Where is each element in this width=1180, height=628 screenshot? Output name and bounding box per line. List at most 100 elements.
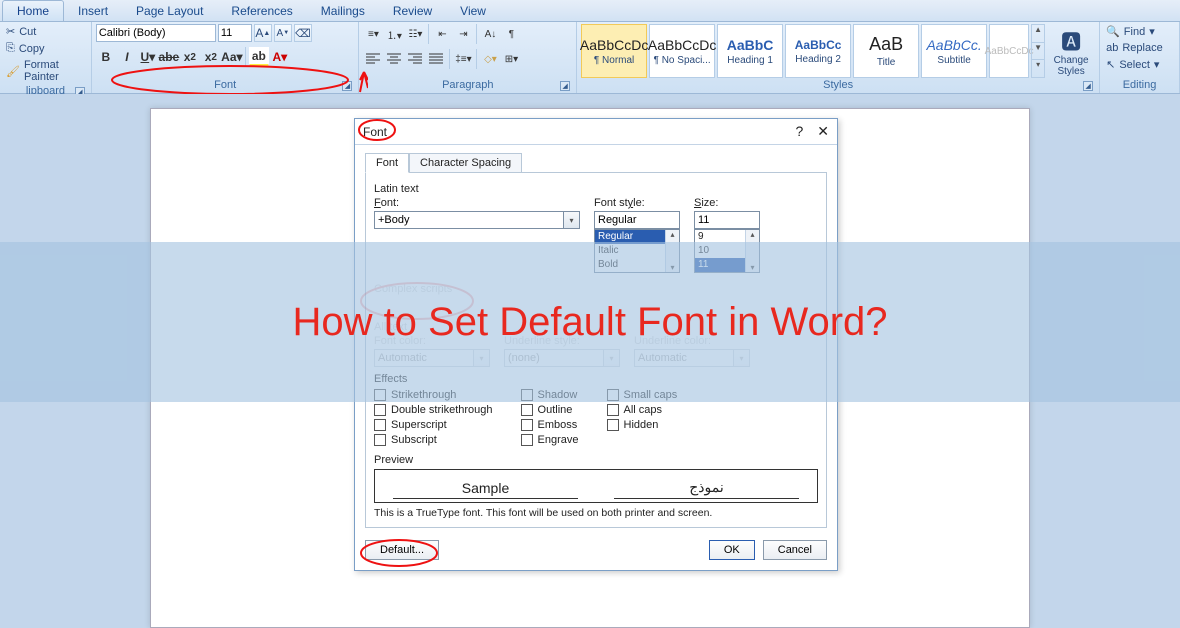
scissors-icon: ✂ (6, 25, 15, 38)
tab-home[interactable]: Home (2, 0, 64, 21)
style-heading1[interactable]: AaBbC Heading 1 (717, 24, 783, 78)
font-label: Font: (374, 197, 584, 209)
paragraph-launcher[interactable]: ◢ (560, 81, 570, 91)
font-size-select[interactable] (218, 24, 252, 42)
italic-button[interactable]: I (117, 47, 137, 67)
checkbox-all-caps[interactable]: All caps (607, 404, 678, 416)
find-button[interactable]: 🔍 Find ▾ (1104, 24, 1175, 39)
styles-scroll-down[interactable]: ▼ (1032, 42, 1044, 60)
styles-expand[interactable]: ▾ (1032, 59, 1044, 77)
sort-button[interactable]: A↓ (480, 24, 500, 44)
dialog-tab-font[interactable]: Font (365, 153, 409, 173)
numbering-button[interactable]: ⒈▾ (384, 24, 404, 44)
style-subtitle[interactable]: AaBbCc. Subtitle (921, 24, 987, 78)
multilevel-button[interactable]: ☷▾ (405, 24, 425, 44)
format-painter-label: Format Painter (24, 59, 85, 83)
checkbox-hidden[interactable]: Hidden (607, 419, 678, 431)
grow-font-button[interactable]: A▲ (254, 24, 272, 42)
scroll-up-icon[interactable]: ▴ (670, 230, 674, 239)
styles-gallery[interactable]: AaBbCcDc ¶ Normal AaBbCcDc ¶ No Spaci...… (581, 24, 1045, 78)
copy-button[interactable]: ⎘ Copy (4, 41, 87, 56)
subscript-button[interactable]: x2 (180, 47, 200, 67)
tab-insert[interactable]: Insert (64, 1, 122, 21)
shrink-font-button[interactable]: A▼ (274, 24, 292, 42)
decrease-indent-button[interactable]: ⇤ (432, 24, 452, 44)
dialog-titlebar: Font ? ✕ (355, 119, 837, 145)
font-input[interactable] (374, 211, 564, 229)
group-font: A▲ A▼ ⌫ B I U▾ abe x2 x2 Aa▾ ab A▾ Font … (92, 22, 360, 93)
checkbox-emboss[interactable]: Emboss (521, 419, 579, 431)
find-icon: 🔍 (1106, 25, 1120, 38)
style-normal[interactable]: AaBbCcDc ¶ Normal (581, 24, 647, 78)
font-dropdown-button[interactable]: ▾ (564, 211, 580, 229)
justify-button[interactable] (426, 49, 446, 69)
dialog-title: Font (363, 125, 387, 139)
cut-button[interactable]: ✂ Cut (4, 24, 87, 39)
style-title[interactable]: AaB Title (853, 24, 919, 78)
copy-icon: ⎘ (6, 42, 15, 55)
brush-icon: 🖌 (6, 65, 20, 78)
paragraph-title: Paragraph ◢ (363, 78, 572, 93)
tab-references[interactable]: References (217, 1, 306, 21)
preview-note: This is a TrueType font. This font will … (374, 507, 818, 519)
bold-button[interactable]: B (96, 47, 116, 67)
overlay-text: How to Set Default Font in Word? (292, 300, 887, 345)
group-styles: AaBbCcDc ¶ Normal AaBbCcDc ¶ No Spaci...… (577, 22, 1100, 93)
overlay-banner: How to Set Default Font in Word? (0, 242, 1180, 402)
change-styles-button[interactable]: 🅰 Change Styles (1047, 26, 1095, 77)
align-center-button[interactable] (384, 49, 404, 69)
checkbox-engrave[interactable]: Engrave (521, 434, 579, 446)
preview-box: Sample نموذج (374, 469, 818, 503)
strikethrough-button[interactable]: abe (159, 47, 179, 67)
line-spacing-button[interactable]: ‡≡▾ (453, 49, 473, 69)
font-style-input[interactable] (594, 211, 680, 229)
styles-scroll-up[interactable]: ▲ (1032, 25, 1044, 42)
change-case-button[interactable]: Aa▾ (222, 47, 242, 67)
style-no-spacing[interactable]: AaBbCcDc ¶ No Spaci... (649, 24, 715, 78)
tab-view[interactable]: View (446, 1, 500, 21)
tab-mailings[interactable]: Mailings (307, 1, 379, 21)
checkbox-double-strikethrough[interactable]: Double strikethrough (374, 404, 493, 416)
shading-button[interactable]: ◇▾ (480, 49, 500, 69)
checkbox-superscript[interactable]: Superscript (374, 419, 493, 431)
font-name-select[interactable] (96, 24, 216, 42)
highlight-button[interactable]: ab (249, 47, 269, 67)
find-label: Find (1124, 26, 1145, 38)
font-color-button[interactable]: A▾ (270, 47, 290, 67)
default-button[interactable]: Default... (365, 540, 439, 560)
checkbox-outline[interactable]: Outline (521, 404, 579, 416)
align-right-button[interactable] (405, 49, 425, 69)
ribbon: ✂ Cut ⎘ Copy 🖌 Format Painter lipboard ◢… (0, 22, 1180, 94)
change-styles-label: Change Styles (1047, 55, 1095, 77)
underline-button[interactable]: U▾ (138, 47, 158, 67)
align-left-button[interactable] (363, 49, 383, 69)
select-icon: ↖ (1106, 58, 1115, 71)
bullets-button[interactable]: ≡▾ (363, 24, 383, 44)
select-button[interactable]: ↖ Select ▾ (1104, 57, 1175, 72)
styles-launcher[interactable]: ◢ (1083, 81, 1093, 91)
format-painter-button[interactable]: 🖌 Format Painter (4, 58, 87, 84)
latin-text-label: Latin text (374, 183, 818, 195)
replace-icon: ab (1106, 42, 1118, 54)
tab-page-layout[interactable]: Page Layout (122, 1, 217, 21)
font-group-launcher[interactable]: ◢ (342, 81, 352, 91)
superscript-button[interactable]: x2 (201, 47, 221, 67)
size-input[interactable] (694, 211, 760, 229)
dialog-close-button[interactable]: ✕ (817, 123, 829, 140)
checkbox-subscript[interactable]: Subscript (374, 434, 493, 446)
style-heading2[interactable]: AaBbCc Heading 2 (785, 24, 851, 78)
clear-formatting-button[interactable]: ⌫ (294, 24, 312, 42)
show-marks-button[interactable]: ¶ (501, 24, 521, 44)
dialog-help-button[interactable]: ? (795, 123, 803, 140)
increase-indent-button[interactable]: ⇥ (453, 24, 473, 44)
preview-sample-latin: Sample (393, 480, 578, 499)
font-style-label: Font style: (594, 197, 684, 209)
tab-review[interactable]: Review (379, 1, 446, 21)
cancel-button[interactable]: Cancel (763, 540, 827, 560)
replace-button[interactable]: ab Replace (1104, 41, 1175, 55)
borders-button[interactable]: ⊞▾ (501, 49, 521, 69)
ok-button[interactable]: OK (709, 540, 755, 560)
dialog-tab-character-spacing[interactable]: Character Spacing (409, 153, 522, 173)
ribbon-tabs: Home Insert Page Layout References Maili… (0, 0, 1180, 22)
style-more[interactable]: AaBbCcDc (989, 24, 1029, 78)
